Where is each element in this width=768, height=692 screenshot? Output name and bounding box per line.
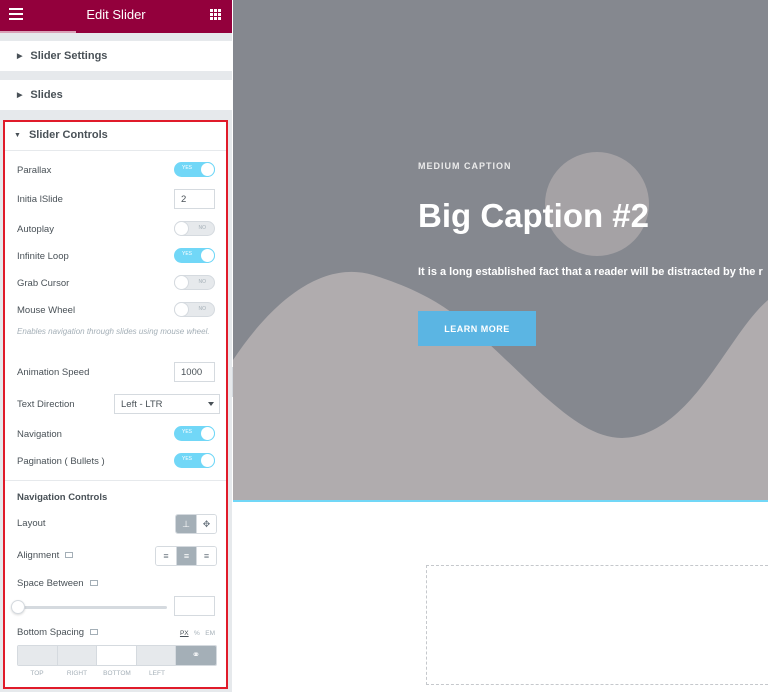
- slider-controls-section: ▼ Slider Controls Parallax YES Initia lSl…: [3, 120, 228, 689]
- alignment-label: Alignment: [17, 550, 74, 561]
- learn-more-button[interactable]: LEARN MORE: [418, 311, 536, 346]
- text-direction-label: Text Direction: [17, 399, 75, 410]
- initial-slide-label: Initia lSlide: [17, 194, 63, 205]
- desktop-icon[interactable]: [90, 629, 99, 635]
- dimension-bottom-input[interactable]: [97, 646, 137, 665]
- navigation-toggle[interactable]: YES: [174, 426, 215, 441]
- animation-speed-label: Animation Speed: [17, 367, 90, 378]
- initial-slide-input[interactable]: 2: [174, 189, 215, 209]
- navigation-controls-heading: Navigation Controls: [17, 492, 108, 503]
- caret-down-icon: ▼: [14, 131, 21, 139]
- space-between-label: Space Between: [17, 578, 98, 589]
- dimension-right-input[interactable]: [57, 646, 97, 665]
- active-tab-indicator: [0, 31, 76, 33]
- section-title: Slider Settings: [30, 50, 108, 62]
- align-left-button[interactable]: ≡: [156, 547, 176, 565]
- dimension-left-label: LEFT: [149, 670, 165, 677]
- dimension-right-label: RIGHT: [66, 670, 88, 677]
- text-direction-select[interactable]: Left - LTR: [114, 394, 220, 414]
- slider-preview[interactable]: MEDIUM CAPTION Big Caption #2 It is a lo…: [233, 0, 768, 500]
- layout-inline-button[interactable]: ⊥: [176, 515, 196, 533]
- hero-background-shapes: [233, 152, 768, 500]
- unit-percent[interactable]: %: [194, 630, 200, 637]
- decorative-hill: [233, 271, 768, 500]
- alignment-button-group: ≡ ≡ ≡: [155, 546, 217, 566]
- section-slider-settings[interactable]: ▶ Slider Settings: [0, 41, 232, 71]
- caret-right-icon: ▶: [17, 92, 23, 99]
- infinite-loop-label: Infinite Loop: [17, 251, 69, 262]
- unit-switcher: PX % EM: [180, 630, 215, 637]
- animation-speed-input[interactable]: 1000: [174, 362, 215, 382]
- caption-text: It is a long established fact that a rea…: [418, 266, 763, 278]
- dimension-bottom-label: BOTTOM: [103, 670, 131, 677]
- align-right-button[interactable]: ≡: [196, 547, 216, 565]
- divider: [5, 480, 226, 481]
- space-between-slider-track[interactable]: [17, 606, 167, 609]
- dimension-top-input[interactable]: [18, 646, 58, 665]
- grab-cursor-toggle[interactable]: NO: [174, 275, 215, 290]
- infinite-loop-toggle[interactable]: YES: [174, 248, 215, 263]
- layout-label: Layout: [17, 518, 46, 529]
- bottom-spacing-dimensions: ⚭: [17, 645, 217, 666]
- mouse-wheel-toggle[interactable]: NO: [174, 302, 215, 317]
- dimension-left-input[interactable]: [136, 646, 176, 665]
- dimension-top-label: TOP: [30, 670, 44, 677]
- selection-border: [233, 500, 768, 502]
- autoplay-toggle[interactable]: NO: [174, 221, 215, 236]
- space-between-input[interactable]: [174, 596, 215, 616]
- panel-title: Edit Slider: [86, 7, 146, 22]
- mouse-wheel-description: Enables navigation through slides using …: [17, 327, 210, 336]
- widgets-grid-icon[interactable]: [210, 9, 221, 20]
- parallax-label: Parallax: [17, 165, 52, 176]
- unit-px[interactable]: PX: [180, 630, 189, 637]
- grab-cursor-label: Grab Cursor: [17, 278, 70, 289]
- align-center-button[interactable]: ≡: [176, 547, 196, 565]
- autoplay-label: Autoplay: [17, 224, 54, 235]
- section-slides[interactable]: ▶ Slides: [0, 80, 232, 110]
- pagination-label: Pagination ( Bullets ): [17, 456, 105, 467]
- section-header-controls[interactable]: ▼ Slider Controls: [5, 122, 226, 148]
- layout-button-group: ⊥ ✥: [175, 514, 217, 534]
- space-between-slider-handle[interactable]: [11, 600, 25, 614]
- dimension-labels: TOP RIGHT BOTTOM LEFT: [17, 670, 177, 677]
- big-caption: Big Caption #2: [418, 197, 650, 234]
- parallax-toggle[interactable]: YES: [174, 162, 215, 177]
- divider: [5, 150, 226, 151]
- unit-em[interactable]: EM: [205, 630, 215, 637]
- section-title: Slides: [30, 89, 63, 101]
- editor-panel: Edit Slider ▶ Slider Settings ▶ Slides ▼ Sl…: [0, 0, 232, 692]
- medium-caption: MEDIUM CAPTION: [418, 161, 512, 171]
- bottom-spacing-label: Bottom Spacing: [17, 627, 99, 638]
- caret-right-icon: ▶: [17, 53, 23, 60]
- link-icon[interactable]: ⚭: [176, 646, 216, 665]
- desktop-icon[interactable]: [89, 580, 98, 586]
- layout-overlay-button[interactable]: ✥: [196, 515, 216, 533]
- section-title: Slider Controls: [28, 129, 108, 141]
- panel-header: Edit Slider: [0, 0, 232, 33]
- empty-drop-area[interactable]: [426, 565, 768, 685]
- mouse-wheel-label: Mouse Wheel: [17, 305, 76, 316]
- pagination-toggle[interactable]: YES: [174, 453, 215, 468]
- navigation-label: Navigation: [17, 429, 62, 440]
- chevron-down-icon: [208, 402, 214, 406]
- desktop-icon[interactable]: [65, 552, 74, 558]
